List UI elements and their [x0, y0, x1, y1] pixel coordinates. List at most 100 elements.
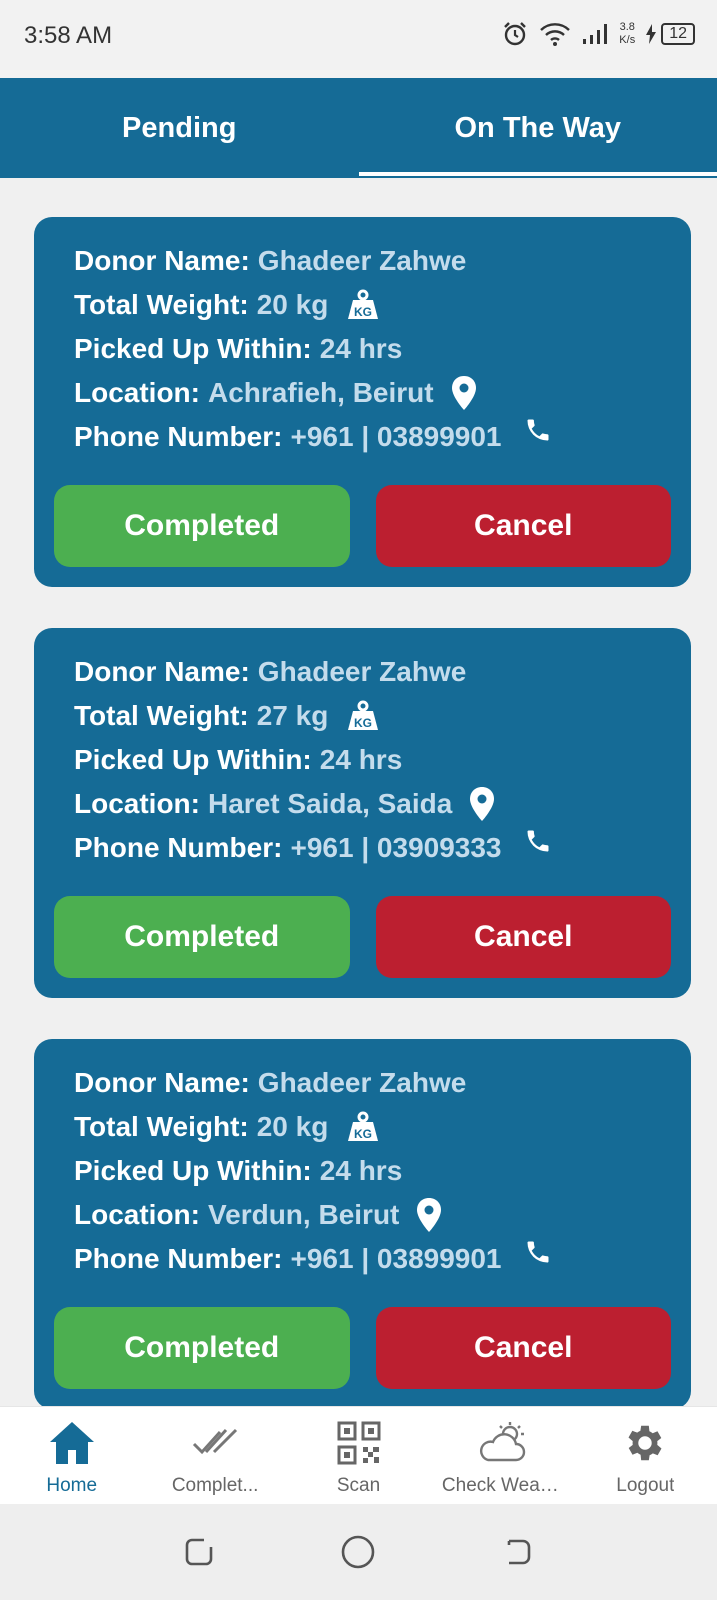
picked-up-within-row: Picked Up Within: 24 hrs [54, 738, 671, 782]
tab-pending[interactable]: Pending [0, 78, 359, 178]
location-label: Location: [74, 377, 200, 408]
location-value: Achrafieh, Beirut [208, 377, 434, 408]
card-actions: Completed Cancel [54, 485, 671, 567]
donor-name-value: Ghadeer Zahwe [257, 245, 467, 276]
status-time: 3:58 AM [24, 22, 113, 49]
picked-up-within-value: 24 hrs [319, 744, 403, 775]
weight-kg-icon: KG [346, 289, 380, 321]
nav-logout-label: Logout [616, 1475, 675, 1496]
pickup-list: Donor Name: Ghadeer Zahwe Total Weight: … [34, 217, 691, 1450]
location-row: Location: Verdun, Beirut [54, 1193, 671, 1237]
status-icons: 3.8 K/s 12 [501, 20, 695, 48]
charging-icon [645, 24, 657, 44]
qr-code-icon [337, 1417, 381, 1469]
phone-icon[interactable] [524, 416, 552, 444]
phone-number-value: +961 | 03899901 [290, 421, 502, 452]
phone-number-label: Phone Number: [74, 1243, 283, 1274]
nav-scan-label: Scan [336, 1475, 381, 1496]
picked-up-within-row: Picked Up Within: 24 hrs [54, 327, 671, 371]
donor-name-row: Donor Name: Ghadeer Zahwe [54, 650, 671, 694]
phone-number-label: Phone Number: [74, 421, 283, 452]
gear-icon [622, 1417, 668, 1469]
location-pin-icon[interactable] [470, 787, 495, 821]
bottom-nav: Home Complet... Scan Check Weather Logou… [0, 1406, 717, 1504]
picked-up-within-row: Picked Up Within: 24 hrs [54, 1149, 671, 1193]
completed-button[interactable]: Completed [54, 896, 350, 978]
donor-name-label: Donor Name: [74, 656, 250, 687]
tab-on-the-way[interactable]: On The Way [358, 78, 717, 178]
recent-apps-button[interactable] [182, 1535, 216, 1569]
nav-home[interactable]: Home [0, 1407, 143, 1504]
phone-number-row: Phone Number: +961 | 03899901 [54, 1237, 671, 1281]
picked-up-within-label: Picked Up Within: [74, 333, 312, 364]
cancel-button[interactable]: Cancel [375, 485, 671, 567]
completed-button[interactable]: Completed [54, 1307, 350, 1389]
weather-icon [476, 1417, 528, 1469]
total-weight-value: 27 kg [256, 700, 329, 731]
cancel-button[interactable]: Cancel [375, 896, 671, 978]
donor-name-row: Donor Name: Ghadeer Zahwe [54, 239, 671, 283]
donor-name-row: Donor Name: Ghadeer Zahwe [54, 1061, 671, 1105]
nav-logout[interactable]: Logout [574, 1407, 717, 1504]
svg-text:KG: KG [354, 716, 372, 730]
total-weight-row: Total Weight: 20 kg KG [54, 1105, 671, 1149]
pickup-card: Donor Name: Ghadeer Zahwe Total Weight: … [34, 628, 691, 998]
pickup-card: Donor Name: Ghadeer Zahwe Total Weight: … [34, 217, 691, 587]
nav-check-weather[interactable]: Check Weather [430, 1407, 573, 1504]
battery: 12 [645, 23, 695, 45]
total-weight-label: Total Weight: [74, 1111, 249, 1142]
phone-number-row: Phone Number: +961 | 03899901 [54, 415, 671, 459]
svg-text:KG: KG [354, 305, 372, 319]
back-button[interactable] [501, 1535, 535, 1569]
nav-check-weather-label: Check Weather [441, 1475, 562, 1496]
weight-kg-icon: KG [346, 1111, 380, 1143]
donor-name-label: Donor Name: [74, 1067, 250, 1098]
phone-icon[interactable] [524, 827, 552, 855]
net-speed-value: 3.8 [619, 21, 635, 33]
location-row: Location: Achrafieh, Beirut [54, 371, 671, 415]
location-pin-icon[interactable] [451, 376, 476, 410]
net-speed-unit: K/s [619, 34, 636, 46]
nav-completed[interactable]: Complet... [143, 1407, 286, 1504]
location-label: Location: [74, 788, 200, 819]
picked-up-within-label: Picked Up Within: [74, 744, 312, 775]
home-icon [48, 1417, 96, 1469]
picked-up-within-value: 24 hrs [319, 1155, 403, 1186]
total-weight-row: Total Weight: 27 kg KG [54, 694, 671, 738]
donor-name-label: Donor Name: [74, 245, 250, 276]
location-label: Location: [74, 1199, 200, 1230]
phone-icon[interactable] [524, 1238, 552, 1266]
svg-text:KG: KG [354, 1127, 372, 1141]
home-button[interactable] [340, 1534, 376, 1570]
total-weight-value: 20 kg [256, 289, 329, 320]
phone-number-value: +961 | 03899901 [290, 1243, 502, 1274]
phone-number-value: +961 | 03909333 [290, 832, 502, 863]
location-value: Haret Saida, Saida [208, 788, 453, 819]
picked-up-within-label: Picked Up Within: [74, 1155, 312, 1186]
nav-scan[interactable]: Scan [287, 1407, 430, 1504]
wifi-icon [539, 21, 571, 47]
total-weight-label: Total Weight: [74, 700, 249, 731]
alarm-icon [501, 20, 529, 48]
weight-kg-icon: KG [346, 700, 380, 732]
phone-number-row: Phone Number: +961 | 03909333 [54, 826, 671, 870]
battery-level: 12 [661, 23, 695, 45]
donor-name-value: Ghadeer Zahwe [257, 656, 467, 687]
system-nav-bar [0, 1504, 717, 1600]
pickup-card: Donor Name: Ghadeer Zahwe Total Weight: … [34, 1039, 691, 1409]
nav-completed-label: Complet... [171, 1475, 259, 1496]
phone-number-label: Phone Number: [74, 832, 283, 863]
picked-up-within-value: 24 hrs [319, 333, 403, 364]
signal-icon [581, 22, 609, 46]
cancel-button[interactable]: Cancel [375, 1307, 671, 1389]
net-speed: 3.8 K/s [619, 21, 635, 47]
total-weight-row: Total Weight: 20 kg KG [54, 283, 671, 327]
total-weight-label: Total Weight: [74, 289, 249, 320]
card-actions: Completed Cancel [54, 896, 671, 978]
completed-button[interactable]: Completed [54, 485, 350, 567]
nav-home-label: Home [46, 1475, 98, 1496]
double-check-icon [192, 1417, 238, 1469]
total-weight-value: 20 kg [256, 1111, 329, 1142]
location-pin-icon[interactable] [417, 1198, 442, 1232]
card-actions: Completed Cancel [54, 1307, 671, 1389]
